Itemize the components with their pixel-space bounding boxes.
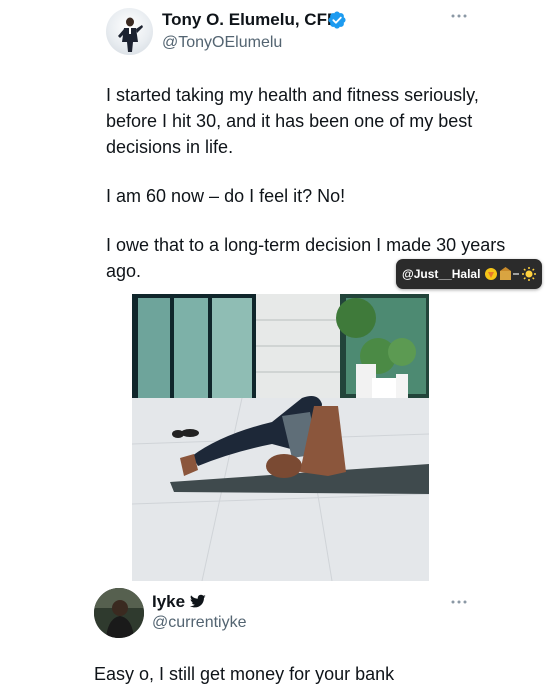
avatar-person-icon: [94, 588, 144, 638]
yoga-plow-pose-photo: [132, 294, 429, 581]
twitter-bird-icon: [189, 594, 206, 608]
author-handle[interactable]: @TonyOElumelu: [162, 34, 282, 52]
watermark-badge: @Just__Halal: [396, 259, 542, 289]
more-options-icon[interactable]: [449, 594, 469, 610]
tweet-paragraph: I am 60 now – do I feel it? No!: [106, 186, 346, 206]
tweet-photo[interactable]: [132, 294, 429, 581]
reply-author-handle[interactable]: @currentiyke: [152, 614, 247, 632]
reply-body: Easy o, I still get money for your bank: [94, 664, 395, 684]
verified-badge-icon: [328, 11, 346, 29]
tweet-paragraph: I started taking my health and fitness s…: [106, 85, 479, 157]
author-avatar[interactable]: [106, 8, 153, 55]
emoji-strip-icon: [485, 267, 537, 281]
avatar-person-icon: [118, 17, 143, 52]
author-name[interactable]: Tony O. Elumelu, CFR: [162, 10, 339, 30]
reply-author-name[interactable]: Iyke: [152, 592, 185, 612]
more-options-icon[interactable]: [449, 8, 469, 24]
watermark-text: @Just__Halal: [402, 267, 481, 281]
reply-author-avatar[interactable]: [94, 588, 144, 638]
